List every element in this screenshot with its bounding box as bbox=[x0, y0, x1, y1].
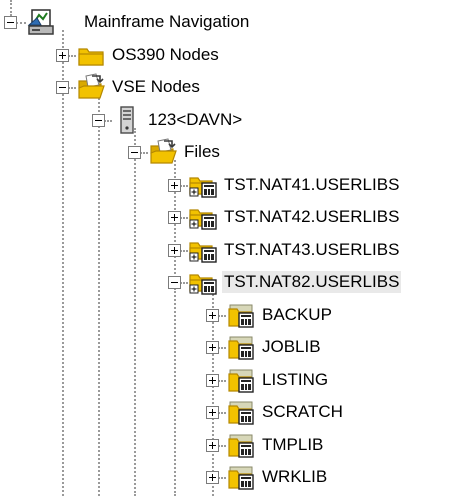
sublibrary-item-expand-toggle[interactable] bbox=[206, 308, 219, 322]
userlib-item-collapse-toggle[interactable] bbox=[168, 276, 181, 289]
server-123-davn-collapse-toggle[interactable] bbox=[92, 113, 105, 127]
sublibrary-item-label[interactable]: SCRATCH bbox=[260, 401, 345, 423]
tree-connector-line bbox=[180, 249, 188, 252]
mainframe-navigation-collapse-toggle[interactable] bbox=[4, 16, 17, 29]
server-icon bbox=[112, 105, 142, 135]
tree-connector-line bbox=[68, 87, 76, 89]
tree-connector-line bbox=[180, 184, 188, 187]
userlib-item-expand-toggle[interactable] bbox=[168, 243, 181, 257]
sublibrary-icon bbox=[226, 332, 256, 362]
sublibrary-item-expand-toggle[interactable] bbox=[206, 373, 219, 387]
os390-nodes-expand-toggle[interactable] bbox=[56, 48, 69, 62]
sublibrary-icon bbox=[226, 365, 256, 395]
sublibrary-item-label[interactable]: JOBLIB bbox=[260, 336, 323, 358]
tree-connector-line bbox=[140, 152, 148, 154]
mainframe-icon bbox=[26, 7, 56, 37]
tree-connector-line bbox=[174, 288, 176, 496]
tree-connector-line bbox=[16, 22, 26, 24]
sublibrary-item-label[interactable]: TMPLIB bbox=[260, 434, 325, 456]
sublibrary-icon bbox=[226, 397, 256, 427]
sublibrary-item-label[interactable]: BACKUP bbox=[260, 304, 334, 326]
files-folder-collapse-toggle[interactable] bbox=[128, 146, 141, 159]
tree-connector-line bbox=[62, 30, 64, 496]
tree-connector-line bbox=[180, 217, 188, 219]
tree-connector-line bbox=[218, 314, 226, 317]
tree-connector-line bbox=[98, 95, 100, 496]
vse-nodes-collapse-toggle[interactable] bbox=[56, 81, 69, 94]
sublibrary-item-label[interactable]: WRKLIB bbox=[260, 466, 329, 488]
tree-connector-line bbox=[218, 347, 226, 349]
open-folder-icon bbox=[76, 72, 106, 102]
tree-connector-line bbox=[180, 282, 188, 284]
tree-connector-line bbox=[10, 0, 12, 16]
userlib-item-label[interactable]: TST.NAT82.USERLIBS bbox=[222, 271, 402, 293]
sublibrary-item-label[interactable]: LISTING bbox=[260, 369, 330, 391]
sublibrary-item-expand-toggle[interactable] bbox=[206, 438, 219, 452]
files-folder-label[interactable]: Files bbox=[182, 141, 222, 163]
open-folder-icon bbox=[148, 137, 178, 167]
tree-connector-line bbox=[134, 127, 136, 496]
sublibrary-item-expand-toggle[interactable] bbox=[206, 406, 219, 419]
sublibrary-icon bbox=[226, 462, 256, 492]
library-folder-icon bbox=[188, 170, 218, 200]
tree-connector-line bbox=[218, 379, 226, 382]
tree-connector-line bbox=[218, 412, 226, 414]
library-folder-icon bbox=[188, 267, 218, 297]
tree-connector-line bbox=[218, 477, 226, 479]
mainframe-navigation-label[interactable]: Mainframe Navigation bbox=[82, 11, 251, 33]
userlib-item-label[interactable]: TST.NAT43.USERLIBS bbox=[222, 239, 401, 261]
userlib-item-label[interactable]: TST.NAT42.USERLIBS bbox=[222, 206, 401, 228]
sublibrary-icon bbox=[226, 430, 256, 460]
tree-connector-line bbox=[218, 444, 226, 447]
userlib-item-expand-toggle[interactable] bbox=[168, 178, 181, 192]
library-folder-icon bbox=[188, 202, 218, 232]
tree-connector-line bbox=[68, 54, 76, 57]
closed-folder-icon bbox=[76, 40, 106, 70]
library-folder-icon bbox=[188, 235, 218, 265]
navigation-tree: Mainframe Navigation OS390 Nodes VSE Nodes… bbox=[0, 0, 460, 496]
sublibrary-icon bbox=[226, 300, 256, 330]
os390-nodes-label[interactable]: OS390 Nodes bbox=[110, 44, 221, 66]
server-123-davn-label[interactable]: 123<DAVN> bbox=[146, 109, 244, 131]
userlib-item-label[interactable]: TST.NAT41.USERLIBS bbox=[222, 174, 401, 196]
userlib-item-expand-toggle[interactable] bbox=[168, 211, 181, 224]
sublibrary-item-expand-toggle[interactable] bbox=[206, 471, 219, 484]
tree-connector-line bbox=[104, 119, 112, 122]
sublibrary-item-expand-toggle[interactable] bbox=[206, 341, 219, 354]
vse-nodes-label[interactable]: VSE Nodes bbox=[110, 76, 202, 98]
